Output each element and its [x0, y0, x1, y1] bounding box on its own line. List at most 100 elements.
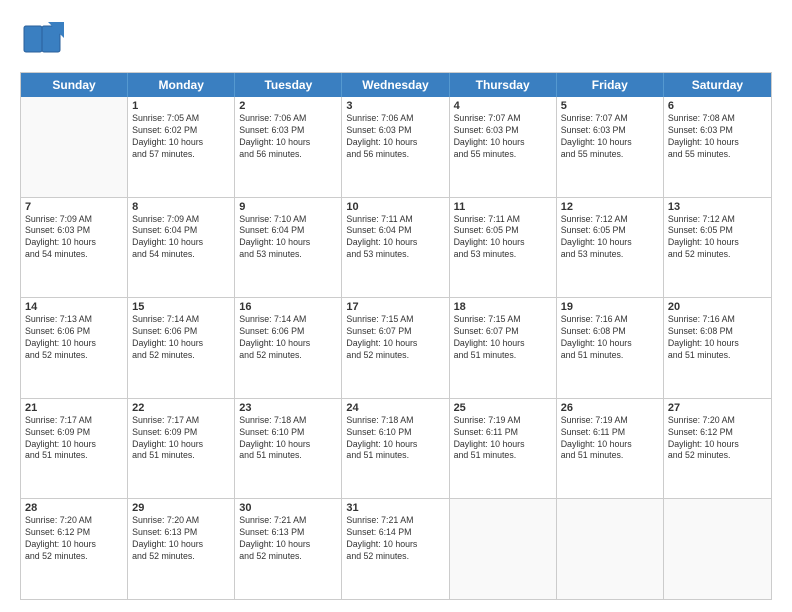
cell-info: Sunrise: 7:13 AM Sunset: 6:06 PM Dayligh…: [25, 314, 123, 362]
day-header-saturday: Saturday: [664, 73, 771, 97]
calendar-week-1: 1Sunrise: 7:05 AM Sunset: 6:02 PM Daylig…: [21, 97, 771, 197]
day-number: 18: [454, 301, 552, 313]
day-number: 10: [346, 201, 444, 213]
calendar-cell: 23Sunrise: 7:18 AM Sunset: 6:10 PM Dayli…: [235, 399, 342, 499]
day-number: 4: [454, 100, 552, 112]
cell-info: Sunrise: 7:20 AM Sunset: 6:12 PM Dayligh…: [668, 415, 767, 463]
cell-info: Sunrise: 7:14 AM Sunset: 6:06 PM Dayligh…: [239, 314, 337, 362]
day-number: 26: [561, 402, 659, 414]
calendar-cell: 25Sunrise: 7:19 AM Sunset: 6:11 PM Dayli…: [450, 399, 557, 499]
cell-info: Sunrise: 7:21 AM Sunset: 6:14 PM Dayligh…: [346, 515, 444, 563]
logo-icon: [20, 18, 64, 62]
calendar-cell: 28Sunrise: 7:20 AM Sunset: 6:12 PM Dayli…: [21, 499, 128, 599]
cell-info: Sunrise: 7:10 AM Sunset: 6:04 PM Dayligh…: [239, 214, 337, 262]
cell-info: Sunrise: 7:16 AM Sunset: 6:08 PM Dayligh…: [668, 314, 767, 362]
day-header-wednesday: Wednesday: [342, 73, 449, 97]
logo-area: [20, 18, 64, 62]
day-header-monday: Monday: [128, 73, 235, 97]
day-number: 23: [239, 402, 337, 414]
cell-info: Sunrise: 7:11 AM Sunset: 6:05 PM Dayligh…: [454, 214, 552, 262]
cell-info: Sunrise: 7:06 AM Sunset: 6:03 PM Dayligh…: [239, 113, 337, 161]
calendar-cell: 17Sunrise: 7:15 AM Sunset: 6:07 PM Dayli…: [342, 298, 449, 398]
cell-info: Sunrise: 7:14 AM Sunset: 6:06 PM Dayligh…: [132, 314, 230, 362]
day-number: 8: [132, 201, 230, 213]
calendar-cell: 8Sunrise: 7:09 AM Sunset: 6:04 PM Daylig…: [128, 198, 235, 298]
cell-info: Sunrise: 7:17 AM Sunset: 6:09 PM Dayligh…: [132, 415, 230, 463]
calendar-week-5: 28Sunrise: 7:20 AM Sunset: 6:12 PM Dayli…: [21, 498, 771, 599]
day-number: 12: [561, 201, 659, 213]
day-number: 14: [25, 301, 123, 313]
day-number: 17: [346, 301, 444, 313]
day-number: 11: [454, 201, 552, 213]
calendar-week-3: 14Sunrise: 7:13 AM Sunset: 6:06 PM Dayli…: [21, 297, 771, 398]
day-number: 20: [668, 301, 767, 313]
calendar-cell: [21, 97, 128, 197]
day-number: 25: [454, 402, 552, 414]
day-number: 28: [25, 502, 123, 514]
calendar-cell: [557, 499, 664, 599]
day-number: 5: [561, 100, 659, 112]
day-header-friday: Friday: [557, 73, 664, 97]
calendar-cell: 7Sunrise: 7:09 AM Sunset: 6:03 PM Daylig…: [21, 198, 128, 298]
cell-info: Sunrise: 7:12 AM Sunset: 6:05 PM Dayligh…: [561, 214, 659, 262]
calendar-cell: 24Sunrise: 7:18 AM Sunset: 6:10 PM Dayli…: [342, 399, 449, 499]
day-number: 30: [239, 502, 337, 514]
day-number: 2: [239, 100, 337, 112]
cell-info: Sunrise: 7:15 AM Sunset: 6:07 PM Dayligh…: [346, 314, 444, 362]
cell-info: Sunrise: 7:18 AM Sunset: 6:10 PM Dayligh…: [346, 415, 444, 463]
calendar-body: 1Sunrise: 7:05 AM Sunset: 6:02 PM Daylig…: [21, 97, 771, 599]
cell-info: Sunrise: 7:08 AM Sunset: 6:03 PM Dayligh…: [668, 113, 767, 161]
cell-info: Sunrise: 7:09 AM Sunset: 6:04 PM Dayligh…: [132, 214, 230, 262]
calendar-cell: 15Sunrise: 7:14 AM Sunset: 6:06 PM Dayli…: [128, 298, 235, 398]
calendar-cell: 5Sunrise: 7:07 AM Sunset: 6:03 PM Daylig…: [557, 97, 664, 197]
day-number: 19: [561, 301, 659, 313]
day-number: 7: [25, 201, 123, 213]
calendar-cell: 16Sunrise: 7:14 AM Sunset: 6:06 PM Dayli…: [235, 298, 342, 398]
calendar-week-2: 7Sunrise: 7:09 AM Sunset: 6:03 PM Daylig…: [21, 197, 771, 298]
calendar-cell: 21Sunrise: 7:17 AM Sunset: 6:09 PM Dayli…: [21, 399, 128, 499]
day-number: 3: [346, 100, 444, 112]
calendar-cell: 18Sunrise: 7:15 AM Sunset: 6:07 PM Dayli…: [450, 298, 557, 398]
calendar: SundayMondayTuesdayWednesdayThursdayFrid…: [20, 72, 772, 600]
header: [20, 18, 772, 62]
cell-info: Sunrise: 7:21 AM Sunset: 6:13 PM Dayligh…: [239, 515, 337, 563]
cell-info: Sunrise: 7:15 AM Sunset: 6:07 PM Dayligh…: [454, 314, 552, 362]
cell-info: Sunrise: 7:11 AM Sunset: 6:04 PM Dayligh…: [346, 214, 444, 262]
calendar-cell: 20Sunrise: 7:16 AM Sunset: 6:08 PM Dayli…: [664, 298, 771, 398]
cell-info: Sunrise: 7:12 AM Sunset: 6:05 PM Dayligh…: [668, 214, 767, 262]
calendar-cell: 3Sunrise: 7:06 AM Sunset: 6:03 PM Daylig…: [342, 97, 449, 197]
day-number: 1: [132, 100, 230, 112]
calendar-cell: [664, 499, 771, 599]
day-header-thursday: Thursday: [450, 73, 557, 97]
cell-info: Sunrise: 7:07 AM Sunset: 6:03 PM Dayligh…: [454, 113, 552, 161]
cell-info: Sunrise: 7:07 AM Sunset: 6:03 PM Dayligh…: [561, 113, 659, 161]
day-number: 21: [25, 402, 123, 414]
calendar-cell: 4Sunrise: 7:07 AM Sunset: 6:03 PM Daylig…: [450, 97, 557, 197]
calendar-cell: 26Sunrise: 7:19 AM Sunset: 6:11 PM Dayli…: [557, 399, 664, 499]
day-number: 31: [346, 502, 444, 514]
calendar-week-4: 21 Sunrise: 7:17 AM Sunset: 6:09 PM Dayli…: [21, 398, 771, 499]
calendar-cell: 22Sunrise: 7:17 AM Sunset: 6:09 PM Dayli…: [128, 399, 235, 499]
calendar-cell: 2Sunrise: 7:06 AM Sunset: 6:03 PM Daylig…: [235, 97, 342, 197]
day-number: 13: [668, 201, 767, 213]
calendar-cell: 13Sunrise: 7:12 AM Sunset: 6:05 PM Dayli…: [664, 198, 771, 298]
cell-info: Sunrise: 7:09 AM Sunset: 6:03 PM Dayligh…: [25, 214, 123, 262]
calendar-cell: 1Sunrise: 7:05 AM Sunset: 6:02 PM Daylig…: [128, 97, 235, 197]
day-number: 22: [132, 402, 230, 414]
calendar-header: SundayMondayTuesdayWednesdayThursdayFrid…: [21, 73, 771, 97]
day-number: 29: [132, 502, 230, 514]
day-number: 24: [346, 402, 444, 414]
calendar-cell: [450, 499, 557, 599]
cell-info: Sunrise: 7:20 AM Sunset: 6:12 PM Dayligh…: [25, 515, 123, 563]
page: SundayMondayTuesdayWednesdayThursdayFrid…: [0, 0, 792, 612]
cell-info: Sunrise: 7:19 AM Sunset: 6:11 PM Dayligh…: [454, 415, 552, 463]
calendar-cell: 19Sunrise: 7:16 AM Sunset: 6:08 PM Dayli…: [557, 298, 664, 398]
day-number: 15: [132, 301, 230, 313]
day-header-tuesday: Tuesday: [235, 73, 342, 97]
cell-info: Sunrise: 7:16 AM Sunset: 6:08 PM Dayligh…: [561, 314, 659, 362]
cell-info: Sunrise: 7:19 AM Sunset: 6:11 PM Dayligh…: [561, 415, 659, 463]
cell-info: Sunrise: 7:06 AM Sunset: 6:03 PM Dayligh…: [346, 113, 444, 161]
calendar-cell: 27Sunrise: 7:20 AM Sunset: 6:12 PM Dayli…: [664, 399, 771, 499]
calendar-cell: 29Sunrise: 7:20 AM Sunset: 6:13 PM Dayli…: [128, 499, 235, 599]
calendar-cell: 11Sunrise: 7:11 AM Sunset: 6:05 PM Dayli…: [450, 198, 557, 298]
